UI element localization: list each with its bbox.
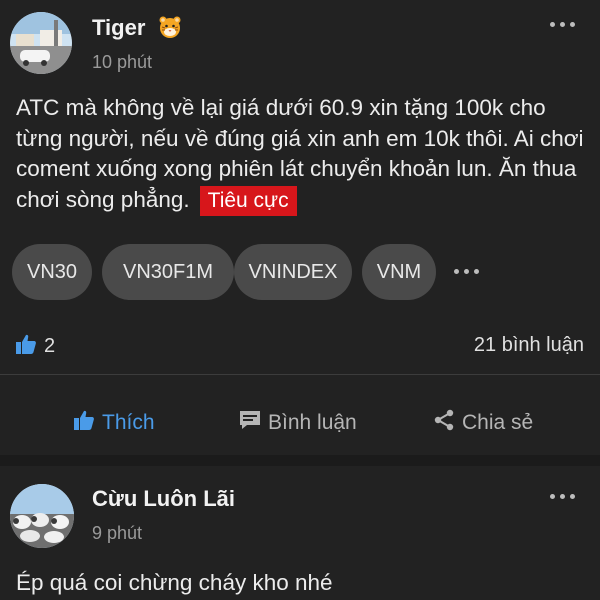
post-text: ATC mà không về lại giá dưới 60.9 xin tặ… [16, 95, 584, 212]
author-avatar[interactable] [10, 12, 72, 74]
thumbs-up-icon [72, 408, 96, 438]
post-card: Tiger 10 phút ATC mà không về lại giá dư… [0, 0, 600, 455]
author-name[interactable]: Tiger [92, 15, 182, 45]
sentiment-badge[interactable]: Tiêu cực [199, 185, 297, 216]
comment-label: Bình luận [268, 411, 357, 434]
share-icon [432, 408, 456, 438]
post-time: 9 phút [92, 523, 143, 543]
author-name-text: Tiger [92, 15, 146, 40]
post-time: 10 phút [92, 52, 153, 72]
more-options-icon[interactable] [548, 18, 578, 30]
comment-count[interactable]: 21 bình luận [474, 334, 584, 357]
like-stats[interactable]: 2 [14, 332, 55, 361]
comment-button[interactable]: Bình luận [238, 405, 357, 441]
tag-chip-vn30[interactable]: VN30 [12, 244, 92, 300]
more-options-icon[interactable] [548, 490, 578, 502]
author-name[interactable]: Cừu Luôn Lãi [92, 486, 235, 512]
tag-chip-vnm[interactable]: VNM [362, 244, 436, 300]
comment-icon [238, 408, 262, 438]
share-label: Chia sẻ [462, 411, 534, 434]
like-button[interactable]: Thích [72, 405, 155, 441]
like-label: Thích [102, 411, 155, 434]
author-avatar[interactable] [10, 484, 74, 548]
divider [0, 374, 600, 375]
post-card: Cừu Luôn Lãi 9 phút Ép quá coi chừng chá… [0, 466, 600, 600]
more-tags-icon[interactable] [454, 269, 482, 277]
tag-chip-vnindex[interactable]: VNINDEX [234, 244, 352, 300]
tag-chip-vn30f1m[interactable]: VN30F1M [102, 244, 234, 300]
thumbs-up-icon [14, 332, 38, 361]
post-content: ATC mà không về lại giá dưới 60.9 xin tặ… [16, 93, 586, 216]
tiger-emoji-icon [158, 15, 182, 45]
share-button[interactable]: Chia sẻ [432, 405, 533, 441]
post-text: Ép quá coi chừng cháy kho nhé [16, 570, 333, 595]
like-count: 2 [44, 335, 56, 357]
